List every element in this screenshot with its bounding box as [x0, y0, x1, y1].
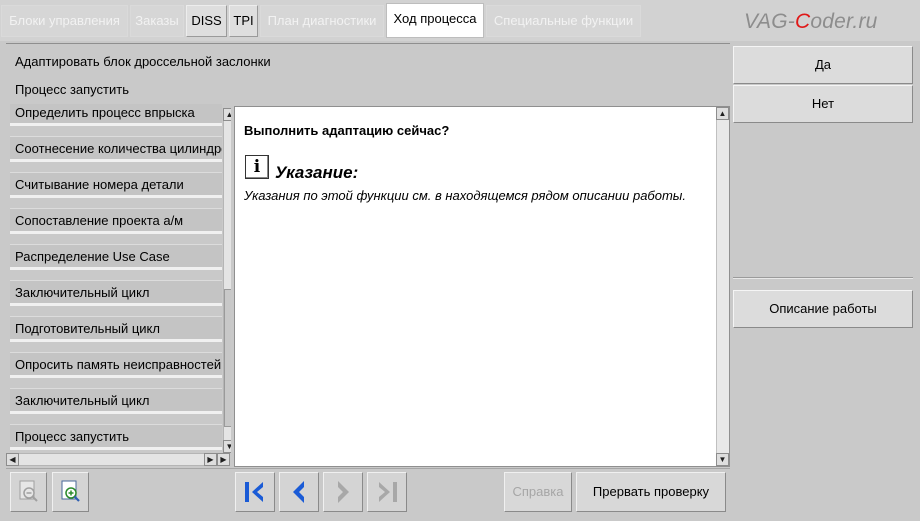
abort-test-button[interactable]: Прервать проверку — [576, 472, 726, 512]
zoom-out-icon — [19, 480, 38, 502]
tab-orders[interactable]: Заказы — [130, 5, 184, 37]
chevron-right-icon — [338, 481, 349, 503]
scroll-up-icon[interactable]: ▲ — [223, 108, 231, 121]
skip-first-icon — [245, 482, 263, 502]
steps-horizontal-scrollbar[interactable]: ◀ ▶ ▶ — [6, 453, 230, 466]
scroll-down-icon[interactable]: ▼ — [223, 440, 231, 453]
tab-process-progress[interactable]: Ход процесса — [386, 3, 484, 38]
info-icon: i — [245, 155, 269, 179]
function-title: Адаптировать блок дроссельной заслонки — [15, 54, 271, 69]
zoom-in-button[interactable] — [52, 472, 89, 512]
no-button[interactable]: Нет — [733, 85, 913, 123]
tab-diss[interactable]: DISS — [186, 5, 227, 37]
list-item[interactable]: Считывание номера детали — [10, 172, 222, 198]
steps-vertical-scrollbar[interactable]: ▲ ▼ — [223, 108, 231, 453]
scroll-thumb[interactable] — [224, 289, 231, 427]
scroll-left-icon[interactable]: ◀ — [6, 453, 19, 466]
list-item[interactable]: Определить процесс впрыска — [10, 104, 222, 126]
content-panel: Выполнить адаптацию сейчас? i Указание: … — [234, 106, 730, 467]
list-item[interactable]: Опросить память неисправностей — [10, 352, 222, 378]
action-panel: Да Нет Описание работы — [733, 43, 915, 513]
hint-title: Указание: — [275, 163, 359, 182]
tab-bar: Блоки управления Заказы DISS TPI План ди… — [0, 0, 920, 41]
scroll-up-icon[interactable]: ▲ — [716, 107, 729, 120]
previous-step-button[interactable] — [279, 472, 319, 512]
scroll-right-icon[interactable]: ▶ — [204, 453, 217, 466]
tab-diagnostic-plan[interactable]: План диагностики — [260, 5, 384, 37]
process-header: Адаптировать блок дроссельной заслонки П… — [6, 43, 730, 104]
list-item[interactable]: Заключительный цикл — [10, 388, 222, 414]
list-item[interactable]: Заключительный цикл — [10, 280, 222, 306]
bottom-toolbar: Справка Прервать проверку — [6, 468, 730, 514]
scroll-end-right-icon[interactable]: ▶ — [217, 453, 230, 466]
scroll-down-icon[interactable]: ▼ — [716, 453, 729, 466]
process-steps-list: Определить процесс впрыска Соотнесение к… — [6, 104, 231, 467]
watermark-logo: VAG-Coder.ru — [744, 10, 878, 33]
list-item[interactable]: Процесс запустить — [10, 424, 222, 450]
content-vertical-scrollbar[interactable]: ▲ ▼ — [716, 107, 729, 466]
list-item[interactable]: Распределение Use Case — [10, 244, 222, 270]
work-description-button[interactable]: Описание работы — [733, 290, 913, 328]
zoom-in-icon — [61, 480, 80, 502]
panel-divider — [733, 277, 913, 279]
function-subtitle: Процесс запустить — [15, 82, 129, 97]
skip-last-icon — [379, 482, 397, 502]
question-text: Выполнить адаптацию сейчас? — [244, 123, 450, 138]
tab-control-units[interactable]: Блоки управления — [1, 5, 128, 37]
first-step-button[interactable] — [235, 472, 275, 512]
last-step-button[interactable] — [367, 472, 407, 512]
zoom-out-button[interactable] — [10, 472, 47, 512]
hint-text: Указания по этой функции см. в находящем… — [244, 188, 686, 203]
list-item[interactable]: Сопоставление проекта а/м — [10, 208, 222, 234]
next-step-button[interactable] — [323, 472, 363, 512]
chevron-left-icon — [293, 481, 304, 503]
tab-special-functions[interactable]: Специальные функции — [486, 5, 641, 37]
list-item[interactable]: Подготовительный цикл — [10, 316, 222, 342]
tab-tpi[interactable]: TPI — [229, 5, 258, 37]
list-item[interactable]: Соотнесение количества цилиндров — [10, 136, 222, 162]
help-button[interactable]: Справка — [504, 472, 572, 512]
yes-button[interactable]: Да — [733, 46, 913, 84]
